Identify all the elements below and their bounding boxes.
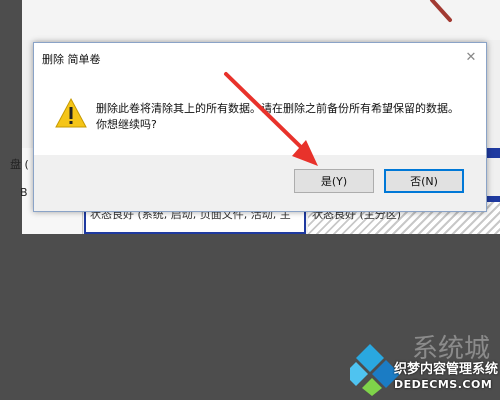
watermark-line2: DEDECMS.COM bbox=[394, 378, 493, 391]
yes-button[interactable]: 是(Y) bbox=[294, 169, 374, 193]
warning-icon bbox=[55, 97, 87, 128]
no-button[interactable]: 否(N) bbox=[384, 169, 464, 193]
watermark-line1: 织梦内容管理系统 bbox=[394, 362, 499, 377]
delete-volume-dialog: 删除 简单卷 ✕ 删除此卷将清除其上的所有数据。请在删除之前备份所有希望保留的数… bbox=[33, 42, 487, 212]
dialog-message: 删除此卷将清除其上的所有数据。请在删除之前备份所有希望保留的数据。你想继续吗? bbox=[96, 102, 459, 131]
dialog-title: 删除 简单卷 bbox=[42, 53, 101, 66]
disk-label: B bbox=[20, 186, 28, 199]
dialog-title-bar[interactable]: 删除 简单卷 ✕ bbox=[34, 43, 486, 73]
watermark: 系统城 织梦内容管理系统 DEDECMS.COM bbox=[350, 328, 500, 400]
disk-label: 盘 ( bbox=[10, 158, 29, 171]
background-toolbar bbox=[22, 0, 500, 40]
dialog-button-area: 是(Y) 否(N) bbox=[34, 155, 486, 211]
close-icon[interactable]: ✕ bbox=[462, 49, 480, 67]
